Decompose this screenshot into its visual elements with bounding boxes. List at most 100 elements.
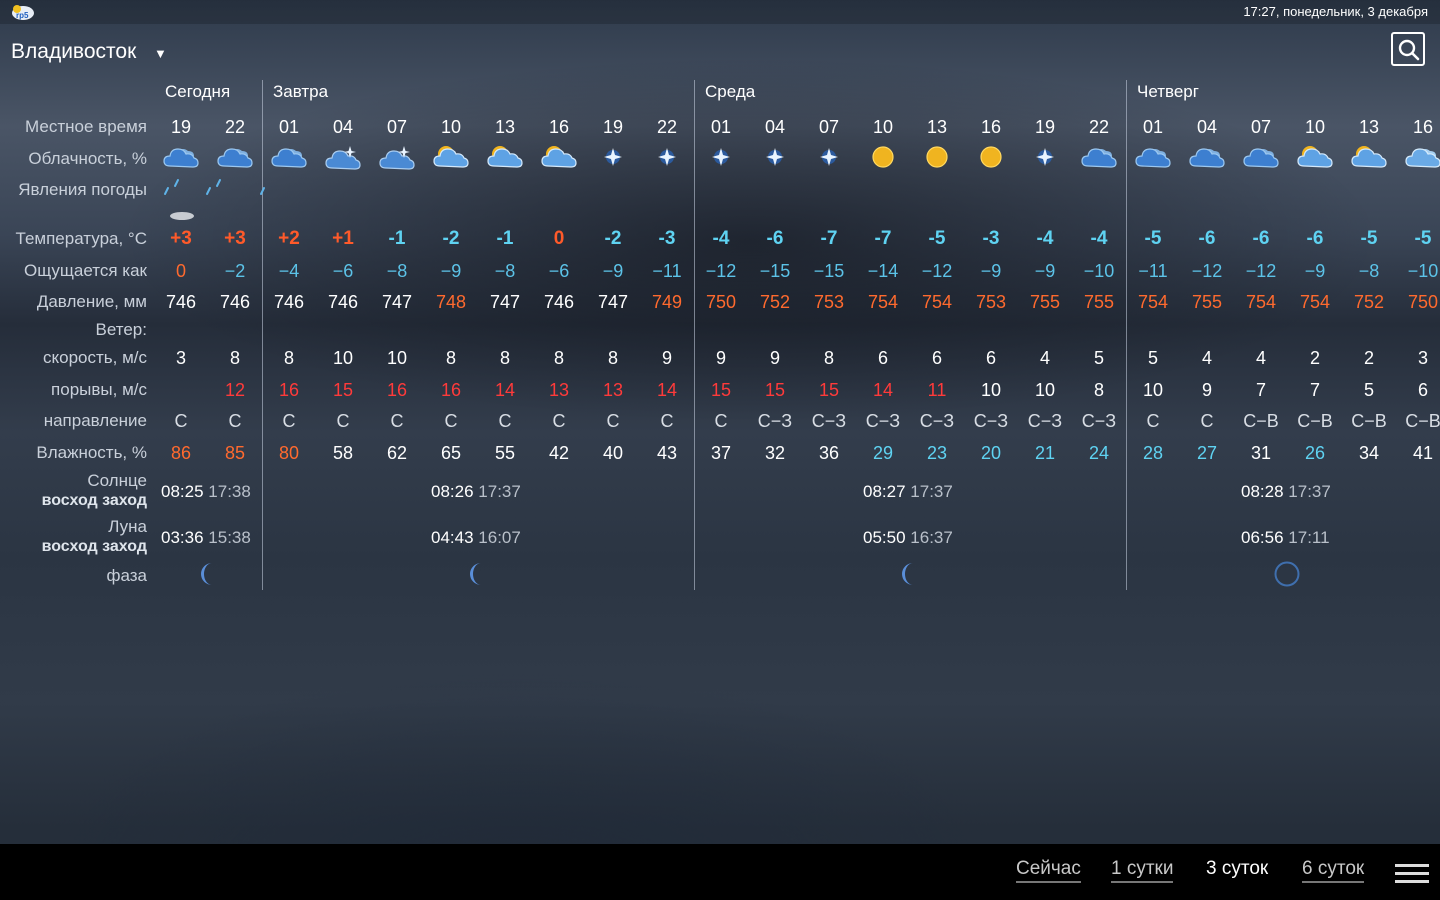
humidity-cell: 42 <box>548 443 570 463</box>
hour-cell: 01 <box>1142 117 1164 137</box>
humidity-cell: 28 <box>1142 443 1164 463</box>
temperature-cell: -6 <box>1198 228 1216 249</box>
wind-direction-cell: С−З <box>811 411 847 431</box>
wind-speed-cell: 2 <box>1363 348 1374 368</box>
label-feels-like: Ощущается как <box>24 261 147 280</box>
wind-speed-cell: 8 <box>553 348 564 368</box>
feels-like-cell: −11 <box>1138 261 1168 281</box>
tab-6-days[interactable]: 6 суток <box>1302 858 1365 883</box>
label-cloudiness: Облачность, % <box>28 149 147 168</box>
hour-cell: 19 <box>602 117 624 137</box>
wind-speed-cell: 2 <box>1309 348 1320 368</box>
tab-now[interactable]: Сейчас <box>1016 858 1081 883</box>
wind-direction-cell: С <box>606 411 620 431</box>
label-wind-speed: скорость, м/с <box>43 348 147 367</box>
wind-direction-cell: С−З <box>973 411 1009 431</box>
hour-cell: 16 <box>980 117 1002 137</box>
city-selector[interactable]: Владивосток <box>11 40 136 64</box>
tab-1-day[interactable]: 1 сутки <box>1111 858 1174 883</box>
hour-cell: 13 <box>926 117 948 137</box>
humidity-cell: 27 <box>1196 443 1218 463</box>
feels-like-cell: −9 <box>440 261 462 281</box>
label-sun: Солнце <box>87 471 147 490</box>
pressure-cell: 746 <box>219 292 251 312</box>
hour-cell: 04 <box>332 117 354 137</box>
hour-cell: 07 <box>386 117 408 137</box>
wind-direction-cell: С−В <box>1243 411 1279 431</box>
wind-gusts-cell: 10 <box>1142 380 1164 400</box>
pressure-cell: 746 <box>273 292 305 312</box>
menu-icon[interactable] <box>1395 864 1429 886</box>
wind-direction-cell: С <box>390 411 404 431</box>
temperature-cell: +1 <box>332 228 354 249</box>
search-button[interactable] <box>1391 32 1425 66</box>
wind-speed-cell: 4 <box>1039 348 1050 368</box>
wind-speed-cell: 8 <box>607 348 618 368</box>
hour-cell: 13 <box>1358 117 1380 137</box>
humidity-cell: 29 <box>872 443 894 463</box>
wind-direction-cell: С−З <box>757 411 793 431</box>
pressure-cell: 754 <box>921 292 953 312</box>
pressure-cell: 750 <box>705 292 737 312</box>
humidity-cell: 23 <box>926 443 948 463</box>
sun-times: 08:27 17:37 <box>863 482 953 501</box>
label-sun-sub: восход заход <box>41 492 147 509</box>
cloud-sun-icon <box>541 146 577 168</box>
wind-gusts-cell: 15 <box>764 380 786 400</box>
wind-gusts-cell: 12 <box>224 380 246 400</box>
star-icon <box>1036 148 1054 166</box>
wind-gusts-cell: 16 <box>386 380 408 400</box>
humidity-cell: 21 <box>1034 443 1056 463</box>
temperature-cell: -5 <box>1414 228 1432 249</box>
tab-3-days[interactable]: 3 суток <box>1206 858 1268 881</box>
temperature-cell: +2 <box>278 228 300 249</box>
label-humidity: Влажность, % <box>36 443 147 462</box>
wind-direction-cell: С <box>660 411 674 431</box>
cloud-sun-icon <box>487 146 523 168</box>
pressure-cell: 754 <box>867 292 899 312</box>
humidity-cell: 43 <box>656 443 678 463</box>
feels-like-cell: −12 <box>705 261 737 281</box>
pressure-cell: 754 <box>1137 292 1169 312</box>
wind-direction-cell: С <box>498 411 512 431</box>
wind-direction-cell: С−З <box>1081 411 1117 431</box>
wind-gusts-cell: 9 <box>1201 380 1212 400</box>
sun-times: 08:26 17:37 <box>431 482 521 501</box>
wind-direction-cell: С−В <box>1405 411 1440 431</box>
temperature-cell: -4 <box>1090 228 1108 249</box>
wind-gusts-cell: 15 <box>710 380 732 400</box>
humidity-cell: 58 <box>332 443 354 463</box>
label-wind-direction: направление <box>43 411 147 430</box>
cloud-dark-icon <box>217 148 253 168</box>
cloud-sun-icon <box>1351 146 1387 168</box>
pressure-cell: 747 <box>381 292 413 312</box>
wind-speed-cell: 6 <box>931 348 942 368</box>
wind-gusts-cell: 6 <box>1417 380 1428 400</box>
wind-direction-cell: С <box>336 411 350 431</box>
hour-cell: 10 <box>872 117 894 137</box>
temperature-cell: 0 <box>553 228 565 249</box>
label-local-time: Местное время <box>25 117 147 136</box>
temperature-cell: -4 <box>712 228 730 249</box>
temperature-cell: -6 <box>1306 228 1324 249</box>
hour-cell: 07 <box>1250 117 1272 137</box>
wind-speed-cell: 10 <box>386 348 408 368</box>
sun-times: 08:28 17:37 <box>1241 482 1331 501</box>
wind-direction-cell: С <box>228 411 242 431</box>
cloud-dark-icon <box>1081 148 1117 168</box>
cloud-star-icon <box>325 146 361 170</box>
hour-cell: 19 <box>170 117 192 137</box>
chevron-down-icon[interactable]: ▼ <box>154 46 167 61</box>
moon-times: 03:36 15:38 <box>161 528 251 547</box>
svg-text:rp5: rp5 <box>16 11 29 20</box>
moon-times: 05:50 16:37 <box>863 528 953 547</box>
pressure-cell: 747 <box>597 292 629 312</box>
humidity-cell: 80 <box>278 443 300 463</box>
wind-speed-cell: 9 <box>769 348 780 368</box>
humidity-cell: 26 <box>1304 443 1326 463</box>
feels-like-cell: −11 <box>652 261 682 281</box>
sun-icon <box>980 146 1002 168</box>
feels-like-cell: −15 <box>813 261 845 281</box>
day-divider <box>262 80 263 590</box>
humidity-cell: 20 <box>980 443 1002 463</box>
